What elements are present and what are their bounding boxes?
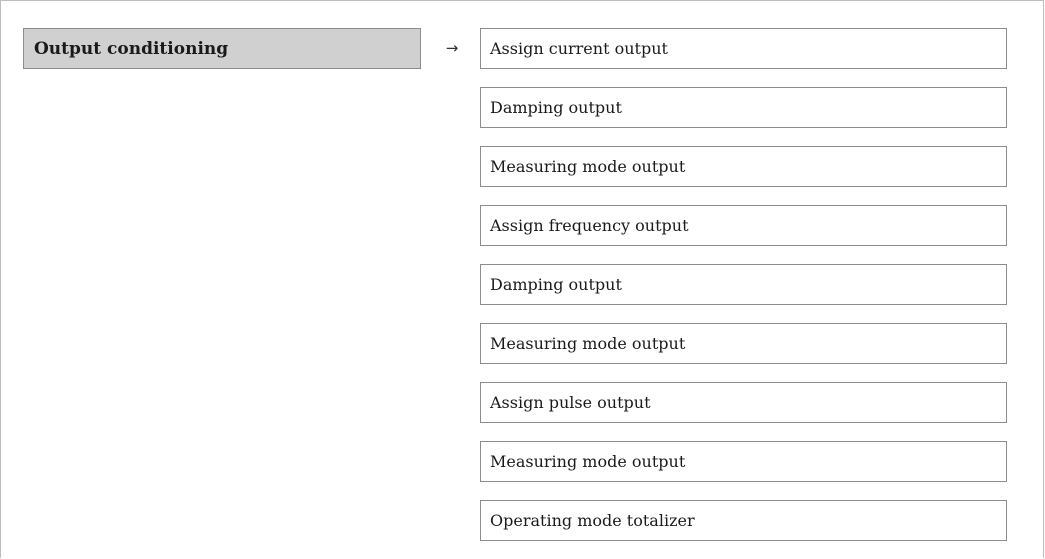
parameter-item: Assign current output xyxy=(480,28,1007,69)
parameter-item: Measuring mode output xyxy=(480,146,1007,187)
parameter-item: Damping output xyxy=(480,264,1007,305)
parameter-item: Measuring mode output xyxy=(480,323,1007,364)
menu-group-output-conditioning: Output conditioning xyxy=(23,28,421,69)
parameter-label: Measuring mode output xyxy=(490,334,686,353)
parameter-label: Assign current output xyxy=(490,39,668,58)
parameter-label: Operating mode totalizer xyxy=(490,511,695,530)
parameter-label: Assign frequency output xyxy=(490,216,689,235)
parameter-label: Measuring mode output xyxy=(490,157,686,176)
parameter-label: Damping output xyxy=(490,275,622,294)
parameter-item: Assign frequency output xyxy=(480,205,1007,246)
parameter-label: Assign pulse output xyxy=(490,393,651,412)
parameter-item: Measuring mode output xyxy=(480,441,1007,482)
parameter-item: Assign pulse output xyxy=(480,382,1007,423)
parameter-item: Operating mode totalizer xyxy=(480,500,1007,541)
parameter-label: Measuring mode output xyxy=(490,452,686,471)
parameter-list: Assign current output Damping output Mea… xyxy=(480,28,1007,559)
parameter-label: Damping output xyxy=(490,98,622,117)
arrow-right-icon: → xyxy=(445,39,459,57)
parameter-item: Damping output xyxy=(480,87,1007,128)
menu-group-label: Output conditioning xyxy=(34,38,229,59)
